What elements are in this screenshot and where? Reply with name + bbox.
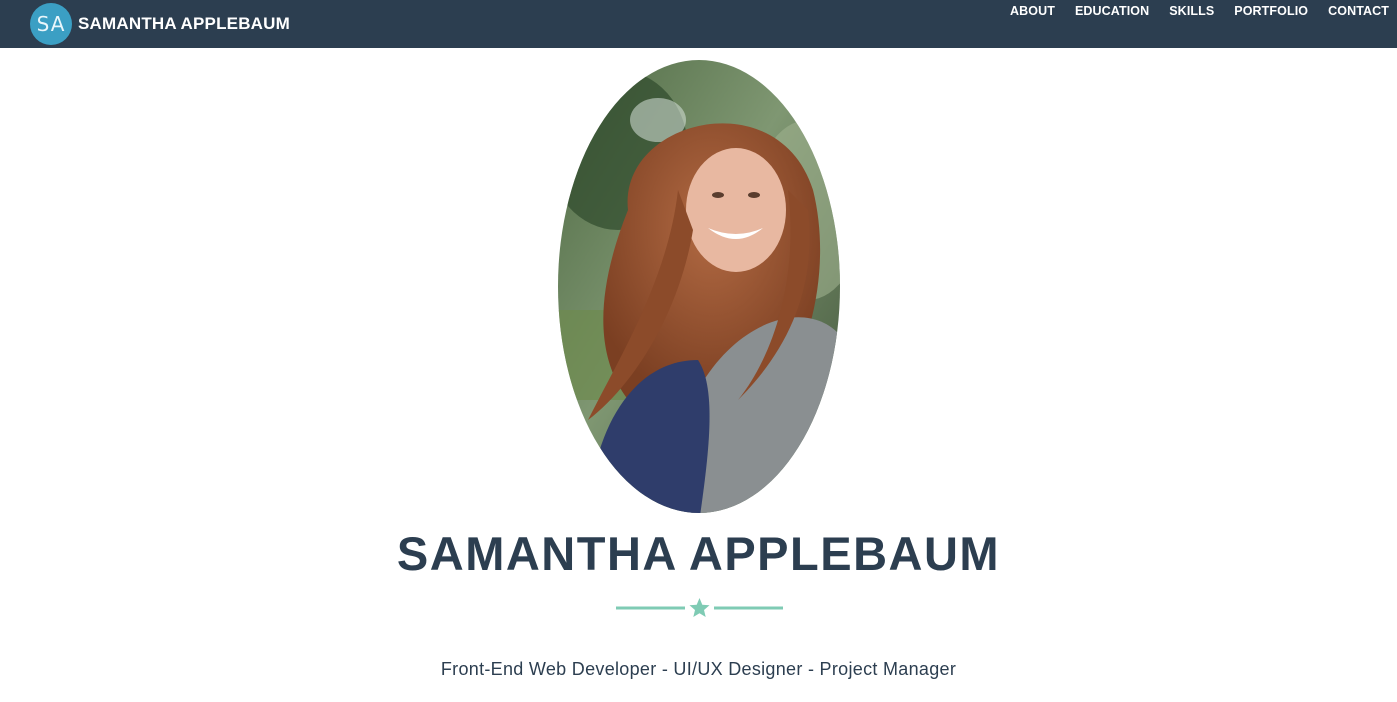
- nav-link-about[interactable]: ABOUT: [1010, 4, 1055, 18]
- brand-logo: SA: [30, 3, 72, 45]
- brand-link[interactable]: SA SAMANTHA APPLEBAUM: [30, 2, 290, 46]
- nav-link-education[interactable]: EDUCATION: [1075, 4, 1149, 18]
- hero-name: SAMANTHA APPLEBAUM: [396, 527, 1001, 580]
- star-icon: [689, 598, 710, 617]
- brand-name: SAMANTHA APPLEBAUM: [78, 14, 290, 33]
- nav-link-contact[interactable]: CONTACT: [1328, 4, 1389, 18]
- hero-tagline: Front-End Web Developer - UI/UX Designer…: [440, 659, 957, 679]
- navbar: SA SAMANTHA APPLEBAUM ABOUT EDUCATION SK…: [0, 0, 1397, 48]
- nav-link-portfolio[interactable]: PORTFOLIO: [1234, 4, 1308, 18]
- profile-photo-image: [558, 60, 840, 513]
- profile-photo: [558, 60, 840, 513]
- nav-link-skills[interactable]: SKILLS: [1169, 4, 1214, 18]
- nav-links: ABOUT EDUCATION SKILLS PORTFOLIO CONTACT: [990, 0, 1389, 22]
- name-divider: [616, 598, 783, 617]
